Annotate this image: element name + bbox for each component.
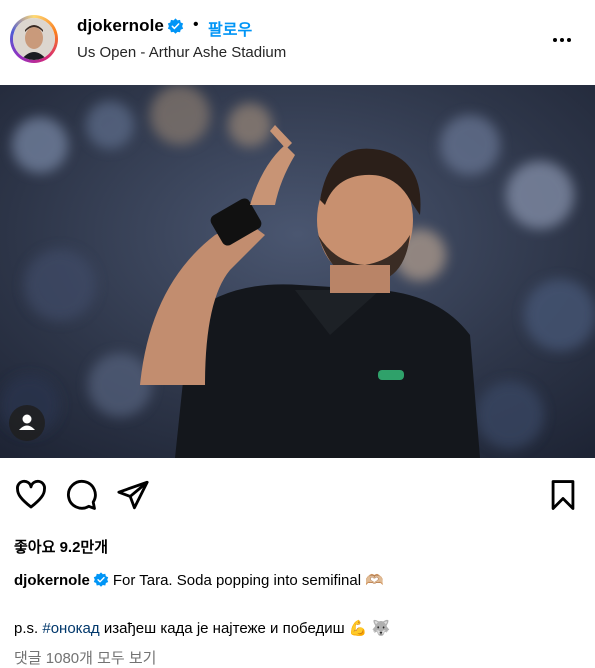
photo-artwork <box>0 85 595 458</box>
caption-username[interactable]: djokernole <box>14 572 90 589</box>
post-caption: djokernole For Tara. Soda popping into s… <box>14 571 584 589</box>
user-tag-button[interactable] <box>9 405 45 441</box>
hashtag-link[interactable]: #онокад <box>42 620 99 637</box>
separator-dot: • <box>193 16 199 33</box>
post-header: djokernole • 팔로우 Us Open - Arthur Ashe S… <box>0 0 595 82</box>
avatar-image <box>13 18 55 60</box>
caption-ps-line: p.s. #онокад изађеш када је најтеже и по… <box>14 619 390 637</box>
user-tag-icon <box>19 414 35 430</box>
follow-button[interactable]: 팔로우 <box>208 16 252 40</box>
view-all-comments-link[interactable]: 댓글 1080개 모두 보기 <box>14 647 156 668</box>
ps-prefix: p.s. <box>14 620 43 637</box>
verified-badge-icon <box>167 18 184 34</box>
share-icon[interactable] <box>116 478 150 512</box>
bookmark-icon[interactable] <box>546 478 580 512</box>
post-actions-bar <box>0 478 595 518</box>
comment-icon[interactable] <box>64 478 98 512</box>
post-location[interactable]: Us Open - Arthur Ashe Stadium <box>77 44 286 61</box>
post-photo[interactable] <box>0 85 595 458</box>
heart-icon[interactable] <box>14 478 48 512</box>
verified-badge-icon <box>93 572 109 587</box>
caption-text: For Tara. Soda popping into semifinal 🫶🏼 <box>112 572 384 589</box>
post-username[interactable]: djokernole <box>77 16 164 36</box>
likes-count[interactable]: 좋아요 9.2만개 <box>14 536 108 557</box>
avatar[interactable] <box>10 15 58 63</box>
ps-text: изађеш када је најтеже и победиш 💪 🐺 <box>99 620 391 637</box>
more-options-icon[interactable] <box>550 28 574 52</box>
